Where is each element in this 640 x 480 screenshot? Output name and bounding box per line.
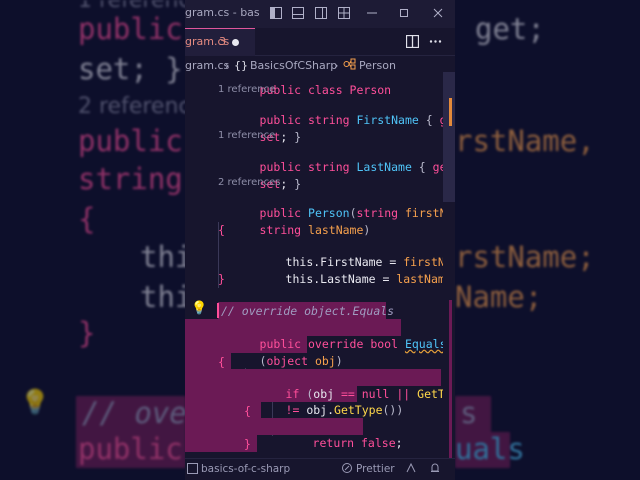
bg-lightbulb-icon: 💡 [20, 388, 50, 416]
bg-line-4b: rstName, [455, 124, 595, 158]
code-line-if: if (obj == null || GetType() [285, 387, 443, 401]
notifications-icon[interactable] [429, 462, 441, 477]
text-cursor [217, 303, 219, 318]
bg-line-11b: uals [455, 432, 525, 466]
code-editor[interactable]: public class Person 1 reference public s… [185, 72, 443, 456]
chevron-right-icon: › [334, 59, 339, 72]
prettier-status[interactable]: Prettier [356, 463, 395, 475]
tab-bar: gram.cs 3 [185, 28, 455, 56]
code-line-equals-brace: { [218, 355, 225, 369]
editor-window: gram.cs - bas gram.cs 3 gram.cs › {} Bas… [185, 0, 455, 480]
code-line-brace: { [218, 223, 225, 237]
breadcrumb-namespace[interactable]: BasicsOfCSharp [250, 59, 337, 72]
source-control-icon[interactable] [187, 463, 198, 477]
code-line-equals: public override bool Equals [259, 337, 443, 351]
code-line-return: return false; [312, 436, 403, 450]
bg-line-10b: s [460, 396, 478, 430]
bg-line-2: set; } [78, 52, 183, 86]
close-icon[interactable] [431, 6, 445, 20]
problem-count-badge: 3 [219, 35, 226, 48]
tab-program-cs[interactable]: gram.cs 3 [185, 28, 255, 56]
code-line-brace-close: } [218, 272, 225, 286]
codelens-references[interactable]: 2 references [218, 177, 281, 188]
code-line-lastname-set: set; } [259, 177, 302, 191]
minimize-icon[interactable] [365, 6, 379, 20]
code-line-firstname-set: set; } [259, 130, 302, 144]
code-line-if-brace: { [244, 404, 251, 418]
toggle-secondary-sidebar-icon[interactable] [314, 6, 328, 20]
lightbulb-icon[interactable]: 💡 [191, 301, 207, 316]
accounts-icon[interactable] [405, 462, 417, 477]
codelens-references[interactable]: 1 reference [218, 84, 275, 95]
bg-line-9: } [78, 316, 96, 350]
scrollbar-thumb[interactable] [443, 72, 455, 202]
prettier-icon [341, 462, 353, 477]
codelens-references[interactable]: 1 reference [218, 130, 275, 141]
chevron-right-icon: › [225, 59, 230, 72]
bg-line-6: { [78, 202, 96, 236]
bg-line-5: string [78, 162, 183, 196]
breadcrumb-class[interactable]: Person [359, 59, 396, 72]
bg-line-1b: get; [475, 12, 545, 46]
restore-icon[interactable] [397, 6, 411, 20]
scroll-marker [449, 300, 452, 460]
bg-line-7b: rstName; [455, 240, 595, 274]
bg-line-11: public [78, 432, 183, 466]
code-line-comment: // override object.Equals [221, 304, 395, 318]
breadcrumb-file[interactable]: gram.cs [185, 59, 229, 72]
bg-line-1: public [78, 12, 183, 46]
code-line-equals-params: (object obj) [259, 354, 343, 368]
code-line-assign-lastname: this.LastName = lastName; [285, 272, 443, 286]
namespace-icon: {} [234, 59, 248, 72]
code-line-lastname: public string LastName { get; [259, 160, 443, 174]
class-icon [343, 58, 356, 73]
bg-line-10: // ove [82, 396, 187, 430]
code-line-if-2: != obj.GetType()) [285, 403, 404, 417]
code-line-if-brace-close: } [244, 437, 251, 451]
toggle-sidebar-icon[interactable] [269, 6, 283, 20]
code-line-class-decl: public class Person [259, 83, 392, 97]
status-bar: basics-of-c-sharp Prettier [185, 458, 455, 480]
code-line-assign-firstname: this.FirstName = firstName; [285, 255, 443, 269]
unsaved-dot-icon[interactable] [232, 39, 239, 46]
window-title: gram.cs - bas [185, 6, 260, 19]
code-line-firstname: public string FirstName { get; [259, 113, 443, 127]
title-bar: gram.cs - bas [185, 0, 455, 28]
git-branch[interactable]: basics-of-c-sharp [201, 463, 290, 475]
bg-line-8b: Name; [455, 280, 543, 314]
scroll-marker [449, 98, 452, 126]
customize-layout-icon[interactable] [337, 6, 351, 20]
code-line-constructor: public Person(string firstName, [259, 206, 443, 220]
more-actions-icon[interactable] [428, 34, 442, 48]
toggle-panel-icon[interactable] [291, 6, 305, 20]
bg-line-4: public [78, 124, 183, 158]
split-editor-icon[interactable] [405, 34, 419, 48]
code-line-constructor-2: string lastName) [259, 223, 371, 237]
